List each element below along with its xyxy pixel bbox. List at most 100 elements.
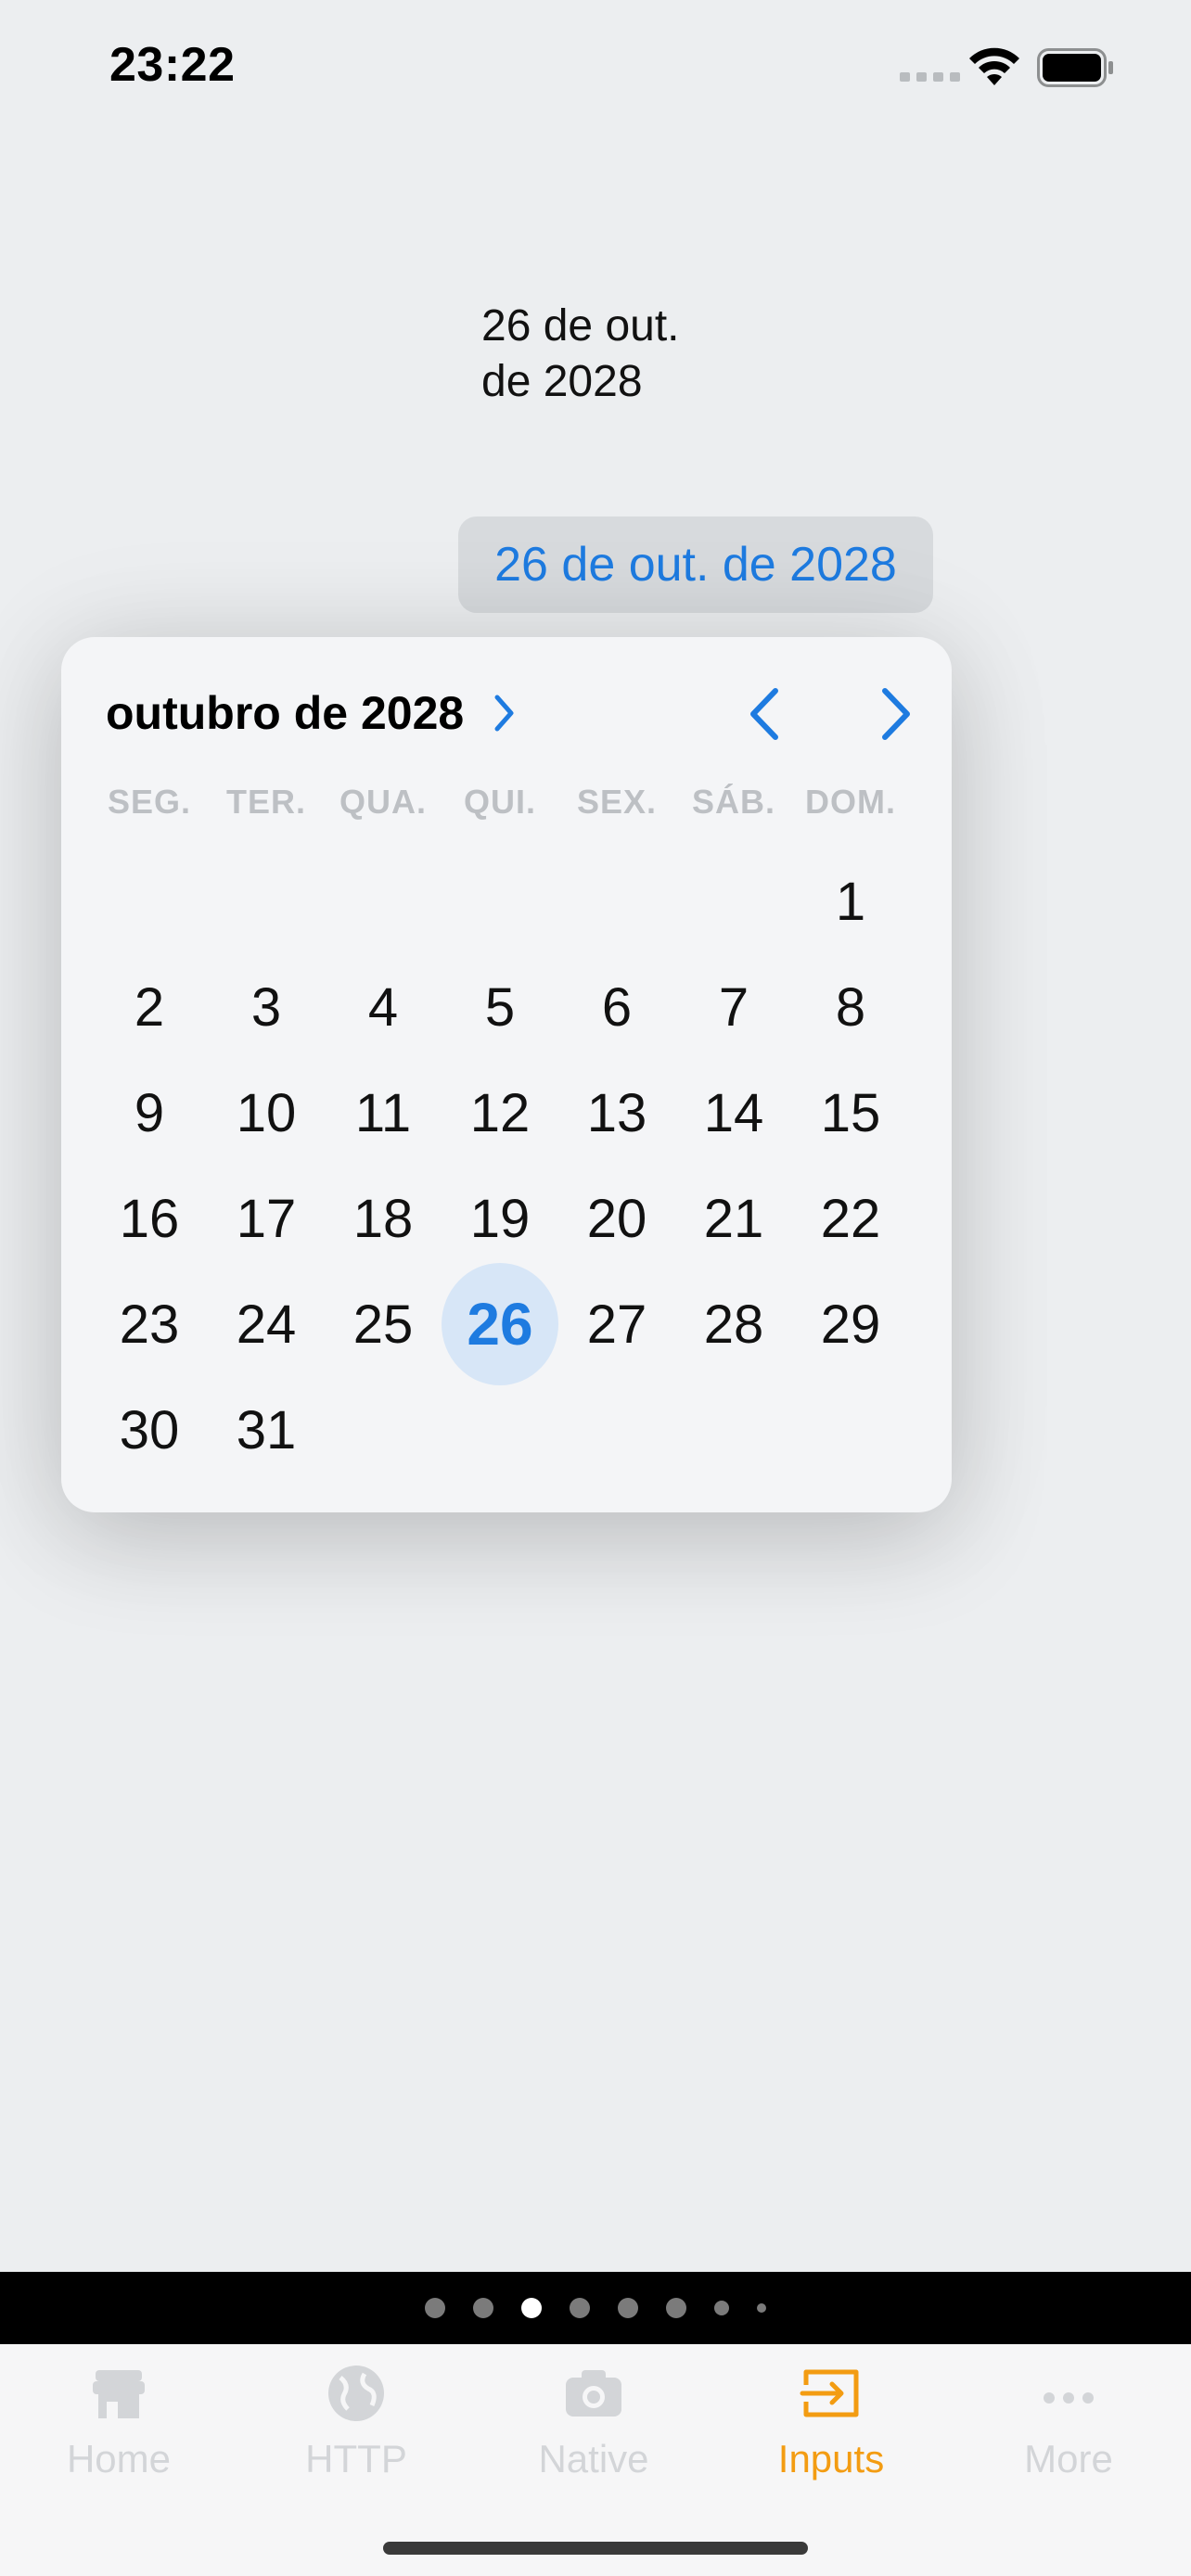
page-dot[interactable]	[618, 2298, 638, 2318]
tab-label: Native	[538, 2437, 649, 2480]
tab-more[interactable]: More	[950, 2361, 1187, 2500]
page-dot[interactable]	[425, 2298, 445, 2318]
date-picker-button[interactable]: 26 de out. de 2028	[458, 516, 933, 613]
calendar-day[interactable]: 23	[91, 1271, 208, 1377]
calendar-day-number: 18	[352, 1188, 414, 1249]
calendar-day[interactable]: 24	[208, 1271, 325, 1377]
calendar-day[interactable]: 9	[91, 1060, 208, 1166]
calendar-day-number: 12	[469, 1082, 531, 1143]
calendar-day[interactable]: 13	[558, 1060, 675, 1166]
weekday-label: TER.	[225, 783, 306, 821]
store-icon	[93, 2370, 145, 2418]
calendar-day[interactable]: 18	[325, 1166, 442, 1271]
tab-http[interactable]: HTTP	[237, 2361, 475, 2500]
calendar-day[interactable]: 19	[442, 1166, 558, 1271]
page-dot[interactable]	[473, 2298, 493, 2318]
empty-day-cell	[325, 848, 442, 954]
calendar-day[interactable]: 6	[558, 954, 675, 1060]
page-indicator[interactable]	[0, 2272, 1191, 2344]
calendar-day[interactable]: 25	[325, 1271, 442, 1377]
calendar-day[interactable]: 5	[442, 954, 558, 1060]
calendar-day-number: 2	[134, 976, 165, 1038]
calendar-day-number: 21	[703, 1188, 764, 1249]
calendar-day[interactable]: 28	[675, 1271, 792, 1377]
calendar-day[interactable]: 27	[558, 1271, 675, 1377]
calendar-day-number: 8	[835, 976, 866, 1038]
calendar-day-number: 23	[119, 1294, 180, 1355]
calendar-day-number: 13	[586, 1082, 647, 1143]
tab-native[interactable]: Native	[475, 2361, 712, 2500]
page-dot[interactable]	[666, 2298, 686, 2318]
wifi-icon	[969, 47, 1019, 85]
calendar-day-number: 20	[586, 1188, 647, 1249]
calendar-day[interactable]: 20	[558, 1166, 675, 1271]
previous-month-button[interactable]	[738, 683, 794, 745]
calendar-day-selected[interactable]: 26	[442, 1263, 558, 1385]
calendar-day[interactable]: 2	[91, 954, 208, 1060]
tab-label: HTTP	[305, 2437, 407, 2480]
empty-day-cell	[208, 848, 325, 954]
weekday-label: SEG.	[107, 783, 192, 821]
tab-home[interactable]: Home	[0, 2361, 237, 2500]
weekday-label: SEX.	[576, 783, 658, 821]
chevron-right-icon[interactable]	[490, 692, 518, 734]
calendar-day-number: 15	[820, 1082, 881, 1143]
calendar-day-number: 30	[119, 1399, 180, 1460]
calendar-day[interactable]: 22	[792, 1166, 909, 1271]
calendar-day[interactable]: 8	[792, 954, 909, 1060]
calendar-day[interactable]: 29	[792, 1271, 909, 1377]
calendar-day-number: 28	[703, 1294, 764, 1355]
calendar-day[interactable]: 21	[675, 1166, 792, 1271]
calendar-day[interactable]: 10	[208, 1060, 325, 1166]
calendar-day[interactable]: 4	[325, 954, 442, 1060]
calendar-day-number: 10	[236, 1082, 297, 1143]
weekday-label: SÁB.	[691, 783, 775, 821]
calendar-day[interactable]: 12	[442, 1060, 558, 1166]
calendar-day-number: 11	[354, 1082, 412, 1143]
calendar-day-number: 4	[367, 976, 399, 1038]
tab-inputs[interactable]: Inputs	[712, 2361, 950, 2500]
page-dot[interactable]	[570, 2298, 590, 2318]
cellular-signal-icon	[900, 72, 960, 82]
calendar-day[interactable]: 17	[208, 1166, 325, 1271]
calendar-day-number: 24	[236, 1294, 297, 1355]
empty-day-cell	[675, 848, 792, 954]
page-dot[interactable]	[714, 2301, 729, 2315]
status-time: 23:22	[109, 38, 236, 92]
tab-label: More	[1024, 2437, 1113, 2480]
day-grid: 1 2 3 4 5 6 7 8 9 10 11 12 13 14 15 16 17 18 19 20 21 22 23 24 2…	[91, 848, 909, 1483]
next-month-button[interactable]	[866, 683, 922, 745]
calendar-day-number: 16	[119, 1188, 180, 1249]
battery-icon	[1037, 48, 1113, 87]
calendar-day-number: 25	[352, 1294, 414, 1355]
calendar-day[interactable]: 7	[675, 954, 792, 1060]
calendar-day[interactable]: 14	[675, 1060, 792, 1166]
camera-icon	[566, 2370, 621, 2417]
weekday-header: SEG. TER. QUA. QUI. SEX. SÁB. DOM.	[91, 783, 909, 825]
tab-label: Home	[66, 2437, 172, 2480]
month-year-button[interactable]: outubro de 2028	[106, 683, 464, 743]
calendar-day-number: 31	[236, 1399, 297, 1460]
calendar-day[interactable]: 16	[91, 1166, 208, 1271]
empty-day-cell	[442, 848, 558, 954]
calendar-day-number: 5	[484, 976, 516, 1038]
calendar-day[interactable]: 11	[325, 1060, 442, 1166]
home-indicator	[383, 2542, 808, 2555]
calendar-day-number: 6	[601, 976, 633, 1038]
weekday-label: QUA.	[339, 783, 427, 821]
calendar-day[interactable]: 30	[91, 1377, 208, 1483]
calendar-day-number: 1	[835, 871, 866, 932]
page-dot-active[interactable]	[521, 2298, 542, 2318]
calendar-day[interactable]: 15	[792, 1060, 909, 1166]
calendar-day[interactable]: 1	[792, 848, 909, 954]
input-icon	[800, 2369, 859, 2417]
date-label: 26 de out. de 2028	[481, 299, 680, 410]
empty-day-cell	[91, 848, 208, 954]
calendar-day[interactable]: 31	[208, 1377, 325, 1483]
calendar-day-number: 26	[442, 1263, 558, 1385]
calendar-day[interactable]: 3	[208, 954, 325, 1060]
page-dot[interactable]	[757, 2303, 766, 2313]
calendar-day-number: 9	[134, 1082, 165, 1143]
empty-day-cell	[558, 848, 675, 954]
calendar-day-number: 27	[586, 1294, 647, 1355]
